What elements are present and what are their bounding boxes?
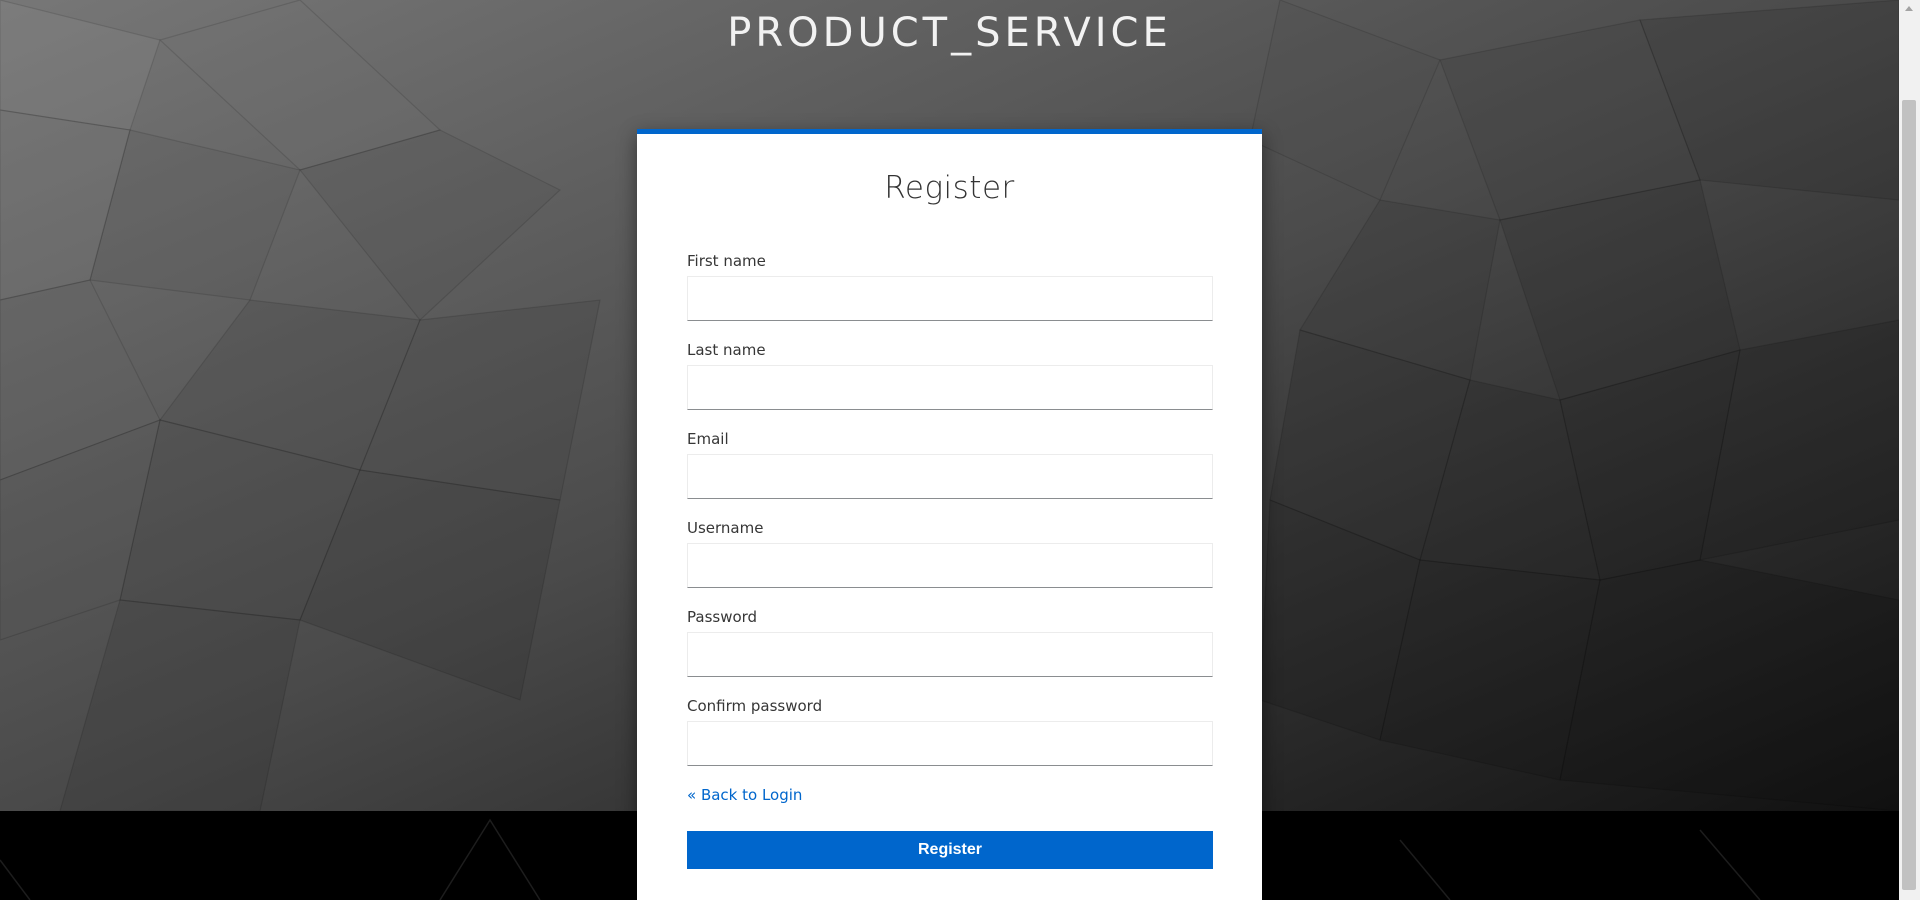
register-button[interactable]: Register: [687, 831, 1213, 869]
page-scrollbar[interactable]: [1899, 0, 1920, 900]
scrollbar-thumb[interactable]: [1902, 100, 1916, 890]
username-label: Username: [687, 519, 764, 537]
back-to-login-link[interactable]: « Back to Login: [687, 785, 802, 807]
email-group: Email: [687, 429, 1213, 518]
realm-title: PRODUCT_SERVICE: [727, 10, 1172, 56]
username-group: Username: [687, 518, 1213, 607]
last-name-label: Last name: [687, 341, 766, 359]
first-name-input[interactable]: [687, 276, 1213, 321]
confirm-password-input[interactable]: [687, 721, 1213, 766]
scroll-up-arrow-icon[interactable]: [1905, 6, 1913, 11]
first-name-label: First name: [687, 252, 766, 270]
last-name-input[interactable]: [687, 365, 1213, 410]
page-title: Register: [884, 170, 1015, 206]
password-group: Password: [687, 607, 1213, 696]
first-name-group: First name: [687, 251, 1213, 340]
register-form: First name Last name Email Username Pass…: [687, 251, 1213, 869]
last-name-group: Last name: [687, 340, 1213, 429]
confirm-password-label: Confirm password: [687, 697, 823, 715]
email-input[interactable]: [687, 454, 1213, 499]
email-label: Email: [687, 430, 729, 448]
username-input[interactable]: [687, 543, 1213, 588]
register-card: Register First name Last name Email User…: [637, 129, 1262, 900]
confirm-password-group: Confirm password: [687, 696, 1213, 785]
password-label: Password: [687, 608, 758, 626]
password-input[interactable]: [687, 632, 1213, 677]
